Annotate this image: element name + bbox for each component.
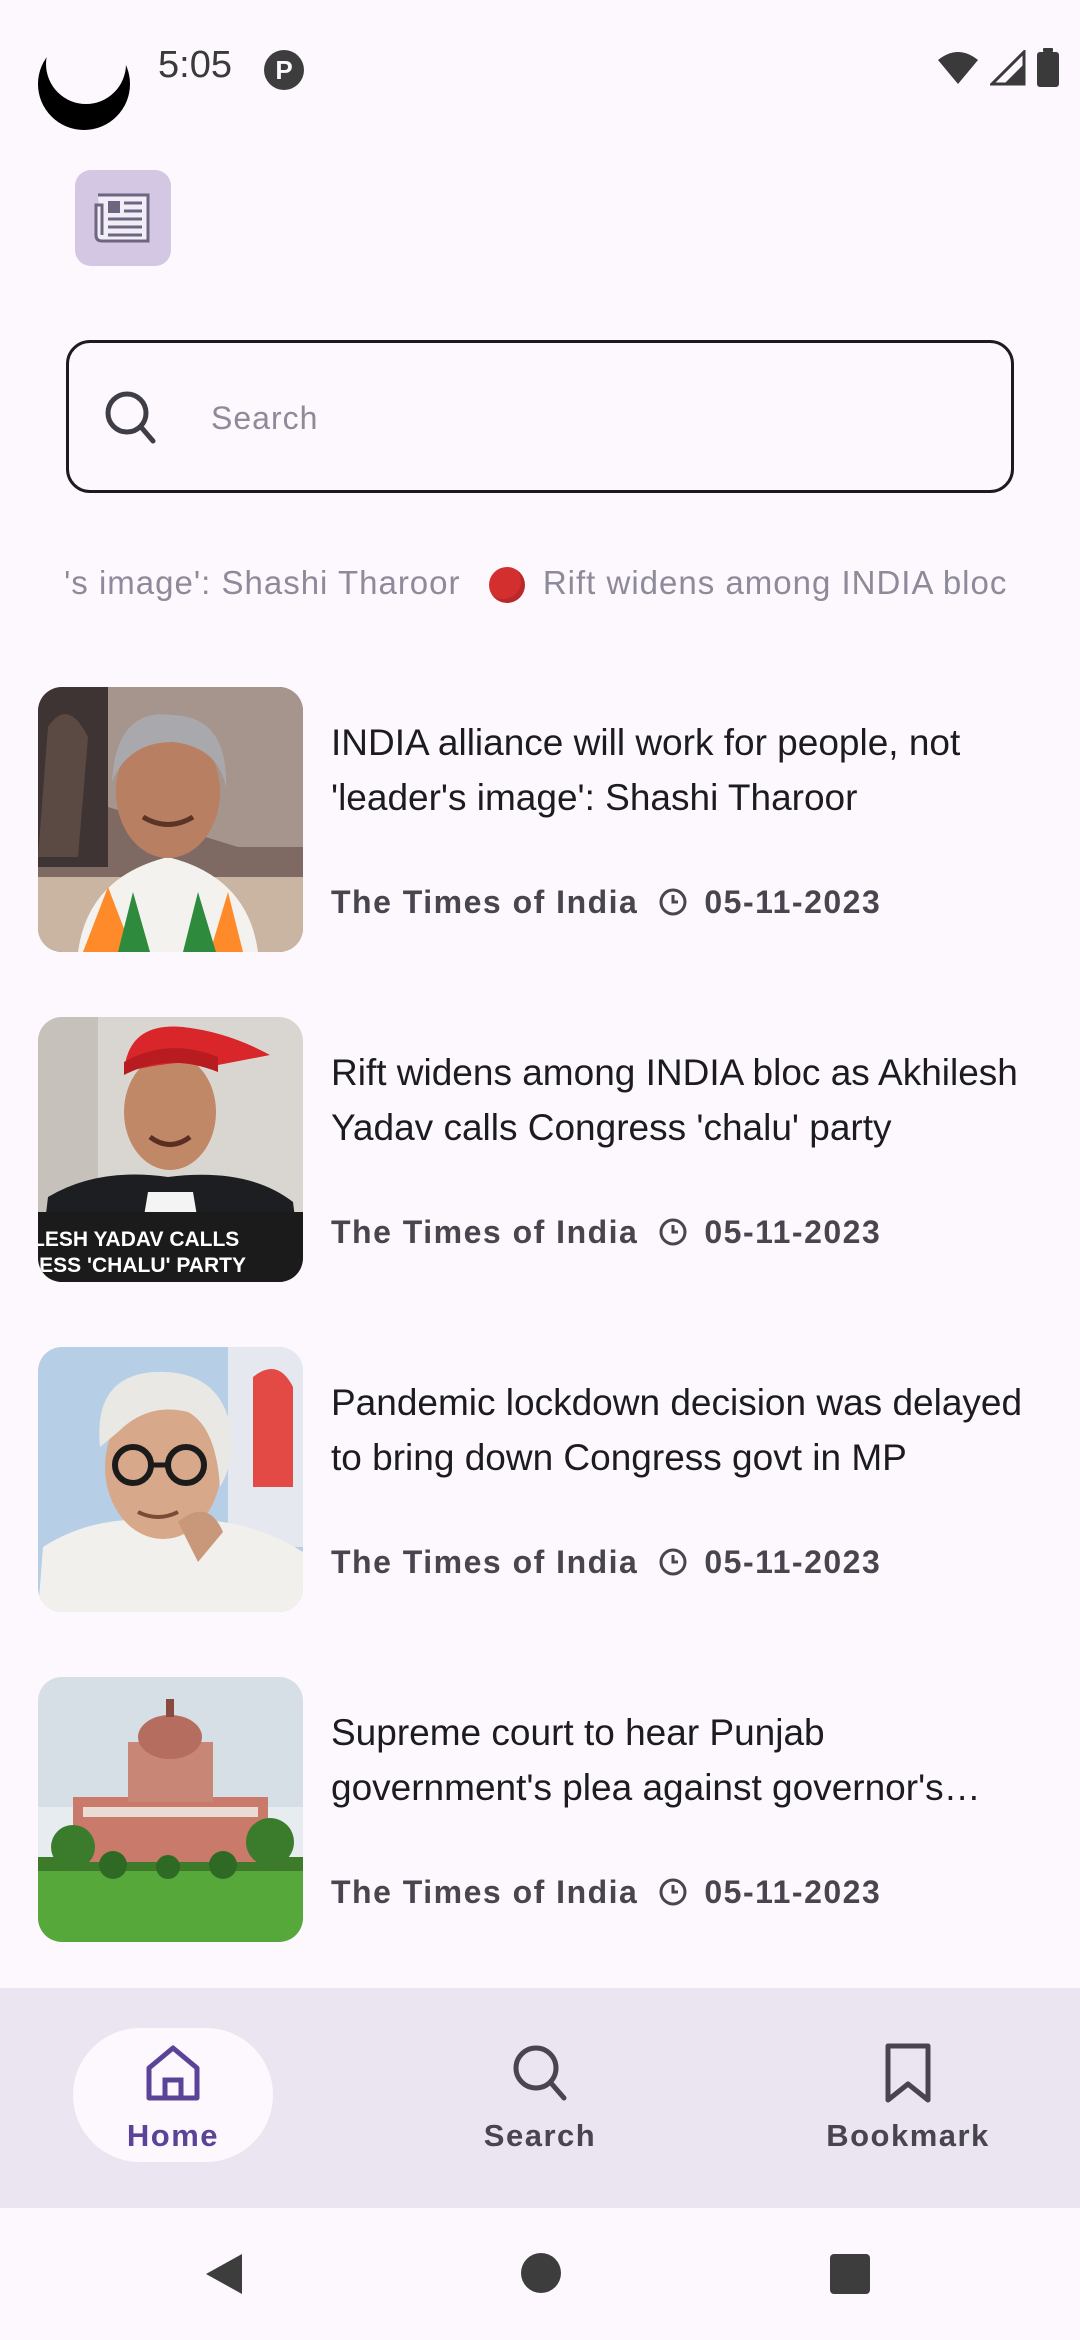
news-title[interactable]: Rift widens among INDIA bloc as Akhilesh… [331, 1045, 1031, 1155]
thumbnail-caption-line: LESH YADAV CALLS [38, 1228, 240, 1251]
news-meta: The Times of India 05-11-2023 [331, 1212, 881, 1252]
news-source: The Times of India [331, 1213, 639, 1250]
news-item[interactable]: Supreme court to hear Punjab government'… [38, 1677, 1038, 1942]
news-title[interactable]: Supreme court to hear Punjab government'… [331, 1705, 1031, 1815]
news-thumbnail[interactable] [38, 687, 303, 952]
home-circle-icon[interactable] [520, 2252, 562, 2294]
nav-label-search: Search [483, 2118, 597, 2153]
thumbnail-caption: LESH YADAV CALLS RESS 'CHALU' PARTY [38, 1227, 303, 1279]
news-date: 05-11-2023 [704, 1873, 882, 1910]
search-bar[interactable] [66, 340, 1014, 493]
news-source: The Times of India [331, 1873, 639, 1910]
status-icons [936, 48, 1060, 88]
news-title[interactable]: INDIA alliance will work for people, not… [331, 715, 1031, 825]
moon-icon [38, 24, 130, 130]
clock-icon [659, 1878, 687, 1906]
news-thumbnail[interactable] [38, 1677, 303, 1942]
news-item[interactable]: Pandemic lockdown decision was delayed t… [38, 1347, 1038, 1612]
news-title[interactable]: Pandemic lockdown decision was delayed t… [331, 1375, 1031, 1485]
nav-item-search[interactable]: Search [440, 2028, 640, 2162]
red-dot-icon [488, 567, 525, 604]
system-navigation-bar [0, 2208, 1080, 2340]
battery-icon [1037, 48, 1059, 87]
newspaper-icon [94, 193, 150, 243]
clock-icon [659, 1548, 687, 1576]
ticker-track: r's image': Shashi Tharoor Rift widens a… [66, 564, 1014, 604]
news-date: 05-11-2023 [704, 1543, 882, 1580]
ticker-item[interactable]: r's image': Shashi Tharoor [66, 564, 461, 601]
search-input[interactable] [209, 383, 969, 453]
nav-item-home[interactable]: Home [73, 2028, 273, 2162]
wifi-icon [938, 52, 978, 84]
news-date: 05-11-2023 [704, 883, 882, 920]
bookmark-icon [885, 2043, 931, 2103]
search-icon[interactable] [103, 389, 161, 449]
ticker-item[interactable]: Rift widens among INDIA bloc as Akhilesh… [543, 564, 1014, 601]
news-item[interactable]: LESH YADAV CALLS RESS 'CHALU' PARTY Rift… [38, 1017, 1038, 1282]
news-source: The Times of India [331, 1543, 639, 1580]
news-meta: The Times of India 05-11-2023 [331, 882, 881, 922]
news-source: The Times of India [331, 883, 639, 920]
search-icon [513, 2045, 567, 2101]
status-time: 5:05 [158, 44, 232, 86]
headline-ticker[interactable]: r's image': Shashi Tharoor Rift widens a… [66, 560, 1014, 610]
news-meta: The Times of India 05-11-2023 [331, 1872, 881, 1912]
nav-label-home: Home [126, 2118, 220, 2153]
thumbnail-caption-line: RESS 'CHALU' PARTY [38, 1254, 246, 1277]
status-bar: 5:05 P [0, 0, 1080, 140]
back-icon[interactable] [200, 2250, 248, 2298]
bottom-navigation: Home Search Bookmark [0, 1988, 1080, 2208]
clock-icon [659, 888, 687, 916]
notification-p-icon: P [264, 50, 304, 90]
nav-item-bookmark[interactable]: Bookmark [808, 2028, 1008, 2162]
recents-icon[interactable] [828, 2252, 872, 2296]
cell-signal-icon [990, 50, 1026, 86]
app-logo[interactable] [75, 170, 171, 266]
news-thumbnail[interactable]: LESH YADAV CALLS RESS 'CHALU' PARTY [38, 1017, 303, 1282]
nav-label-bookmark: Bookmark [826, 2118, 990, 2153]
news-date: 05-11-2023 [704, 1213, 882, 1250]
news-thumbnail[interactable] [38, 1347, 303, 1612]
clock-icon [659, 1218, 687, 1246]
home-icon [146, 2045, 200, 2101]
news-meta: The Times of India 05-11-2023 [331, 1542, 881, 1582]
news-item[interactable]: INDIA alliance will work for people, not… [38, 687, 1038, 952]
